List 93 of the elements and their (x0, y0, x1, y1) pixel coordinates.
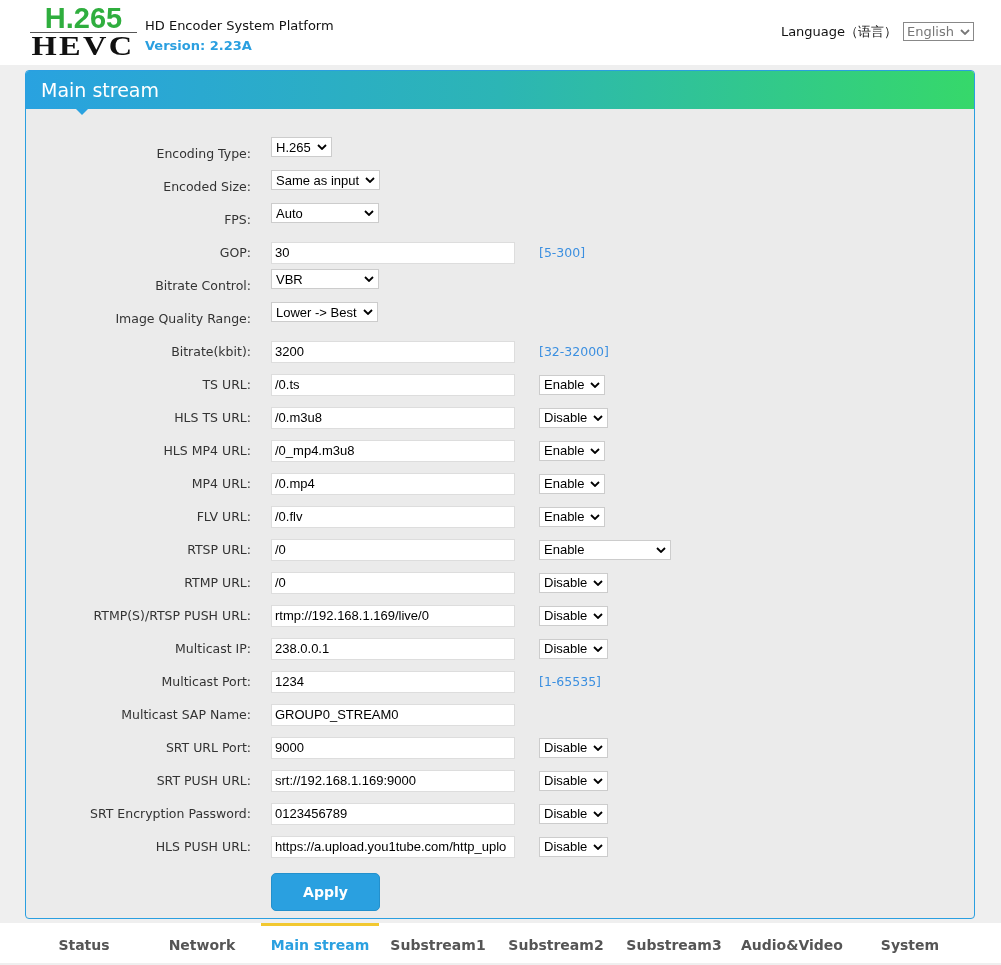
input-field[interactable]: rtmp://192.168.1.169/live/0 (271, 604, 515, 627)
range-hint: [5-300] (539, 245, 586, 260)
caret-icon (362, 309, 373, 315)
field-label: FLV URL: (195, 509, 251, 524)
field-label: GOP: (218, 245, 251, 260)
caret-icon (593, 810, 604, 817)
input-field[interactable]: srt://192.168.1.169:9000 (271, 769, 515, 792)
input-field[interactable]: /0.mp4 (271, 472, 515, 495)
dropdown[interactable]: Same as input (271, 170, 381, 190)
nav-tab[interactable]: Audio&Video (733, 923, 851, 963)
caret-icon (364, 210, 374, 216)
caret-icon (593, 612, 604, 619)
enable-dropdown[interactable]: Disable (539, 407, 609, 428)
input-field[interactable]: 0123456789 (271, 802, 515, 825)
enable-dropdown[interactable]: Disable (539, 803, 609, 824)
caret-icon (593, 744, 604, 751)
caret-icon (656, 546, 666, 553)
panel-title: Main stream (41, 79, 159, 101)
input-field[interactable]: GROUP0_STREAM0 (271, 703, 515, 726)
field-label: HLS TS URL: (173, 410, 251, 425)
caret-icon (590, 447, 601, 454)
dropdown[interactable]: H.265 (271, 137, 332, 157)
field-label: HLS MP4 URL: (162, 443, 251, 458)
nav-tab[interactable]: Network (143, 923, 261, 963)
range-hint: [1-65535] (539, 674, 601, 689)
pointer-icon (76, 109, 88, 115)
logo: H.265 HEVC (30, 5, 137, 59)
field-label: Image Quality Range: (114, 310, 251, 326)
dropdown[interactable]: Lower -> Best (271, 302, 378, 322)
enable-dropdown[interactable]: Disable (539, 572, 609, 593)
field-label: FPS: (223, 211, 251, 227)
field-label: Encoded Size: (162, 178, 251, 194)
field-label: Multicast SAP Name: (120, 707, 251, 722)
platform-title: HD Encoder System Platform (145, 17, 334, 35)
input-field[interactable]: 238.0.0.1 (271, 637, 515, 660)
input-field[interactable]: 9000 (271, 736, 515, 759)
caret-icon (590, 381, 601, 388)
input-field[interactable]: /0.m3u8 (271, 406, 515, 429)
caret-icon (316, 144, 327, 150)
field-label: Multicast IP: (174, 641, 251, 656)
caret-icon (593, 645, 604, 652)
field-label: Encoding Type: (155, 145, 251, 161)
field-label: SRT PUSH URL: (155, 773, 251, 788)
caret-icon (364, 276, 374, 282)
enable-dropdown[interactable]: Enable (539, 506, 606, 527)
field-label: Bitrate Control: (154, 277, 251, 293)
enable-dropdown[interactable]: Disable (539, 638, 609, 659)
input-field[interactable]: /0 (271, 571, 515, 594)
caret-icon (593, 843, 604, 850)
enable-dropdown[interactable]: Disable (539, 737, 609, 758)
input-field[interactable]: /0 (271, 538, 515, 561)
field-label: RTSP URL: (186, 542, 251, 557)
input-field[interactable]: 30 (271, 241, 515, 264)
nav-tab[interactable]: System (851, 923, 969, 963)
caret-icon (590, 480, 601, 487)
field-label: SRT Encryption Password: (89, 806, 251, 821)
field-label: Multicast Port: (160, 674, 251, 689)
caret-icon (365, 177, 376, 183)
field-label: RTMP URL: (183, 575, 251, 590)
caret-icon (960, 28, 970, 35)
language-label: Language（语言） (780, 22, 898, 41)
input-field[interactable]: 1234 (271, 670, 515, 693)
enable-dropdown[interactable]: Disable (539, 836, 609, 857)
enable-dropdown[interactable]: Enable (539, 473, 606, 494)
caret-icon (593, 777, 604, 784)
input-field[interactable]: /0.ts (271, 373, 515, 396)
caret-icon (590, 513, 601, 520)
range-hint: [32-32000] (539, 344, 609, 359)
field-label: SRT URL Port: (164, 740, 251, 755)
field-label: HLS PUSH URL: (154, 839, 251, 854)
nav-tab[interactable]: Substream3 (615, 923, 733, 963)
field-label: RTMP(S)/RTSP PUSH URL: (92, 608, 251, 623)
caret-icon (593, 579, 604, 586)
enable-dropdown[interactable]: Enable (539, 440, 606, 461)
field-label: TS URL: (201, 377, 251, 392)
input-field[interactable]: 3200 (271, 340, 515, 363)
nav-tab[interactable]: Status (25, 923, 143, 963)
nav-tab[interactable]: Substream2 (497, 923, 615, 963)
caret-icon (593, 414, 604, 421)
field-label: MP4 URL: (190, 476, 251, 491)
language-select[interactable]: English (903, 22, 974, 41)
dropdown[interactable]: VBR (271, 269, 379, 289)
enable-dropdown[interactable]: Enable (539, 374, 606, 395)
enable-dropdown[interactable]: Disable (539, 605, 609, 626)
dropdown[interactable]: Auto (271, 203, 379, 223)
input-field[interactable]: https://a.upload.you1tube.com/http_uplo (271, 835, 515, 858)
input-field[interactable]: /0_mp4.m3u8 (271, 439, 515, 462)
enable-dropdown[interactable]: Disable (539, 770, 609, 791)
input-field[interactable]: /0.flv (271, 505, 515, 528)
enable-dropdown[interactable]: Enable (539, 539, 671, 560)
field-label: Bitrate(kbit): (170, 344, 251, 359)
version-text: Version: 2.23A (145, 37, 253, 55)
nav-tab[interactable]: Substream1 (379, 923, 497, 963)
